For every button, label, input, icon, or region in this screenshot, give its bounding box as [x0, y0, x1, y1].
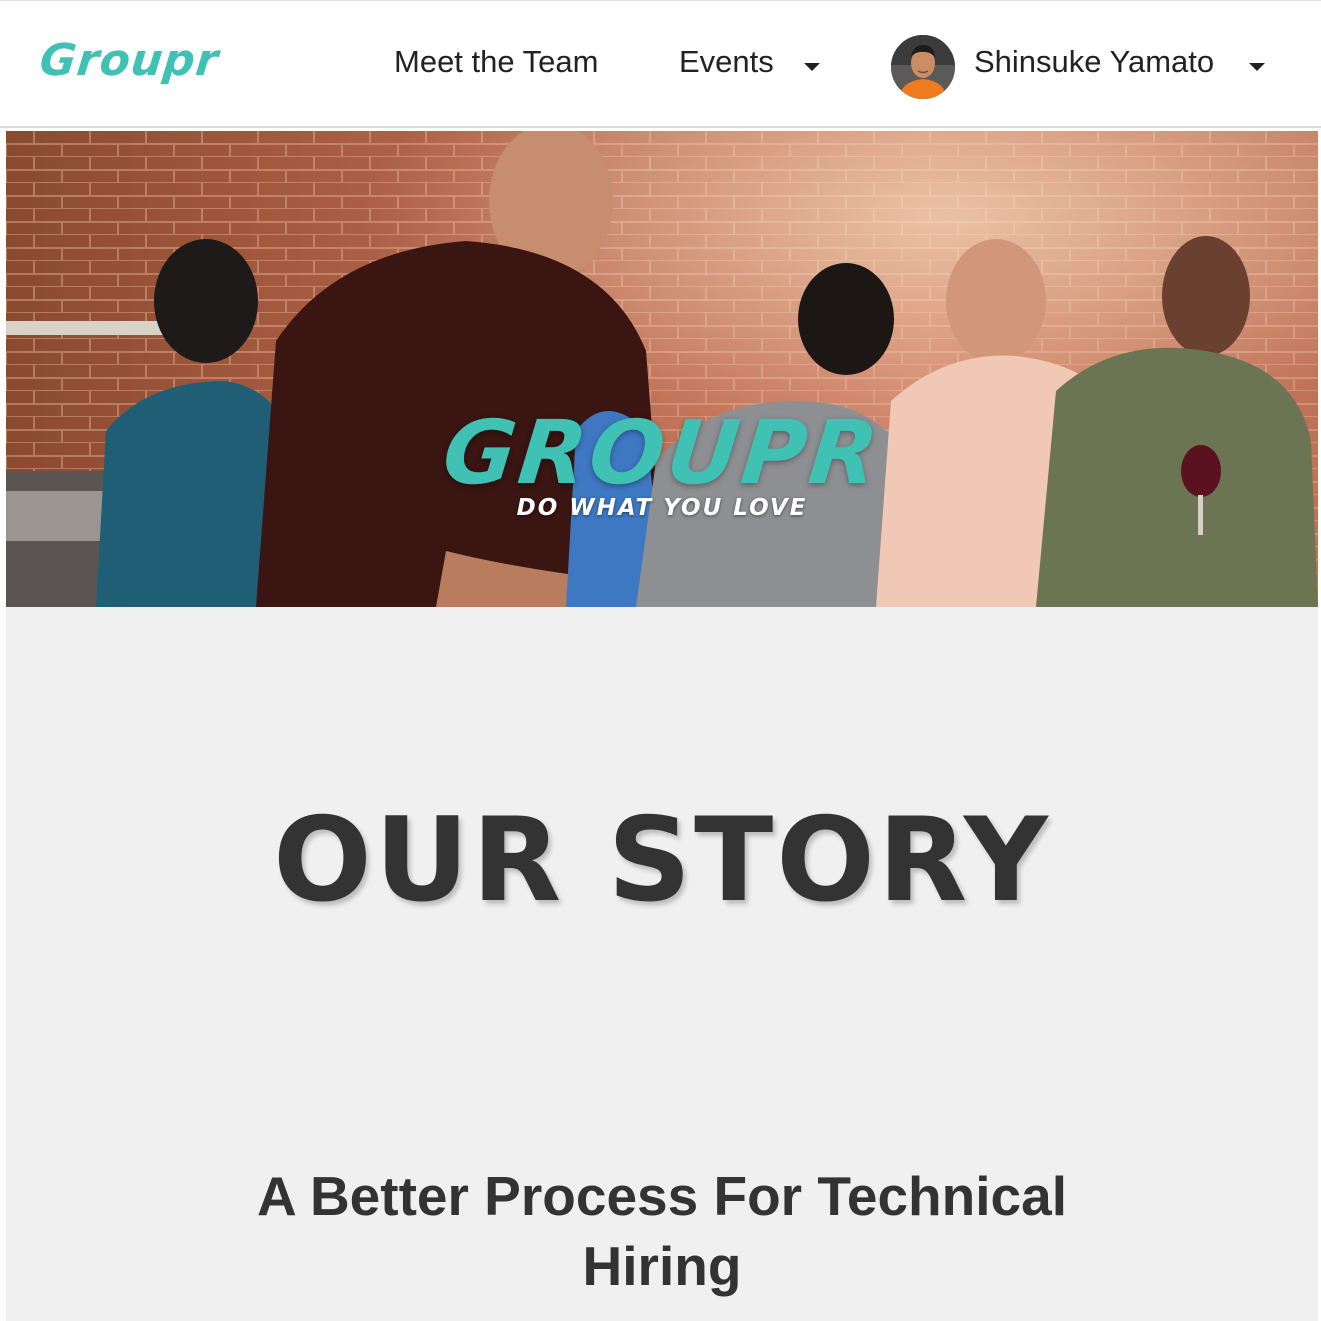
brand-logo[interactable]: Groupr	[37, 35, 221, 86]
user-name: Shinsuke Yamato	[974, 44, 1215, 79]
hero-photo	[6, 131, 1318, 607]
user-avatar	[891, 35, 955, 99]
nav-link-events[interactable]: Events	[679, 44, 774, 79]
hero-tagline: DO WHAT YOU LOVE	[516, 495, 808, 521]
nav-link-meet-the-team[interactable]: Meet the Team	[394, 44, 598, 79]
user-dropdown-caret-icon[interactable]	[1249, 63, 1265, 71]
hero-banner: GROUPR DO WHAT YOU LOVE	[6, 131, 1318, 607]
events-dropdown-caret-icon[interactable]	[804, 63, 820, 71]
section-subtitle: A Better Process For Technical Hiring	[257, 1165, 1067, 1297]
top-navbar: Groupr Meet the Team Events Shinsuke Yam…	[0, 0, 1321, 128]
hero-logo: GROUPR	[438, 401, 886, 504]
page: Groupr Meet the Team Events Shinsuke Yam…	[0, 0, 1321, 1321]
user-menu[interactable]: Shinsuke Yamato	[891, 35, 1281, 99]
story-section: OUR STORY A Better Process For Technical…	[6, 607, 1318, 1321]
page-title: OUR STORY	[273, 793, 1051, 928]
